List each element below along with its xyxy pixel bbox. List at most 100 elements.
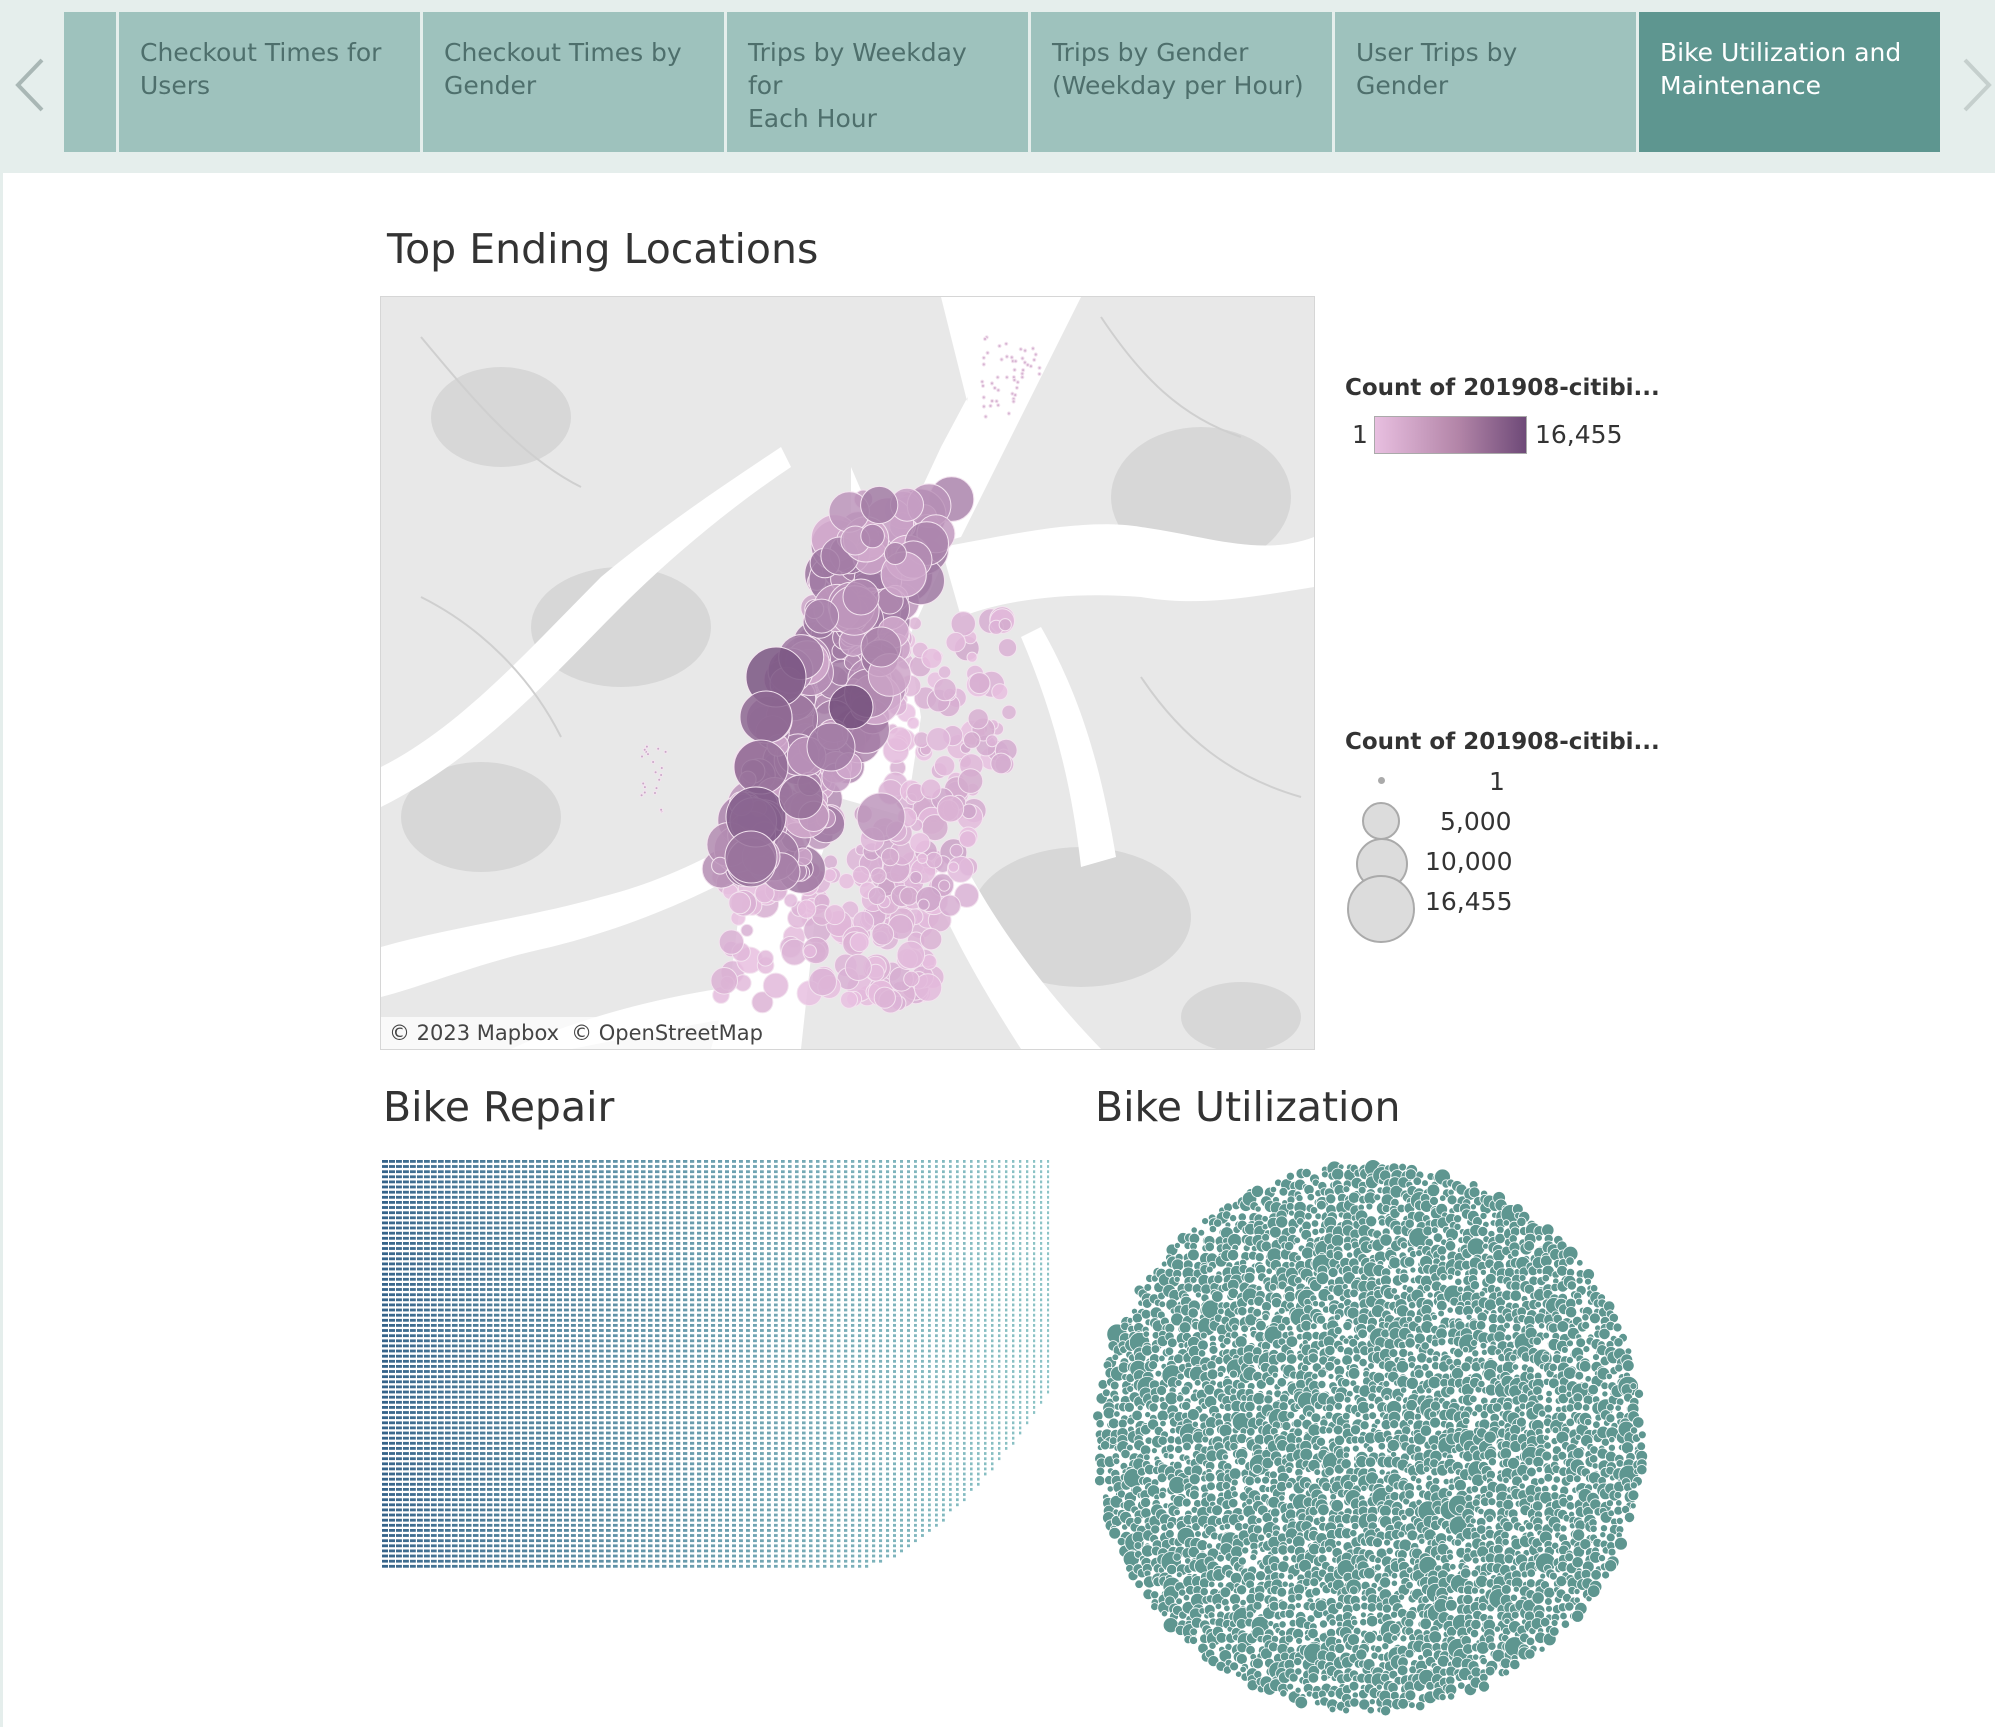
repair-mark[interactable] [641, 1493, 646, 1496]
repair-mark[interactable] [739, 1564, 743, 1568]
repair-mark[interactable] [732, 1477, 736, 1481]
repair-mark[interactable] [585, 1252, 590, 1256]
repair-mark[interactable] [746, 1436, 750, 1440]
repair-mark[interactable] [753, 1262, 757, 1266]
repair-mark[interactable] [613, 1385, 618, 1389]
repair-mark[interactable] [501, 1447, 507, 1450]
repair-mark[interactable] [480, 1354, 486, 1358]
repair-mark[interactable] [550, 1190, 555, 1194]
repair-mark[interactable] [382, 1462, 388, 1466]
repair-mark[interactable] [655, 1195, 660, 1199]
repair-mark[interactable] [543, 1554, 549, 1558]
repair-mark[interactable] [466, 1544, 472, 1548]
repair-mark[interactable] [473, 1344, 479, 1348]
repair-mark[interactable] [431, 1349, 437, 1353]
repair-mark[interactable] [669, 1462, 674, 1466]
repair-mark[interactable] [529, 1329, 535, 1332]
repair-mark[interactable] [417, 1293, 423, 1297]
repair-mark[interactable] [382, 1431, 388, 1435]
repair-mark[interactable] [753, 1426, 757, 1430]
repair-mark[interactable] [445, 1411, 451, 1414]
repair-mark[interactable] [480, 1165, 486, 1168]
repair-mark[interactable] [473, 1272, 479, 1276]
repair-mark[interactable] [529, 1298, 535, 1302]
repair-mark[interactable] [445, 1452, 451, 1455]
repair-mark[interactable] [452, 1554, 458, 1558]
repair-mark[interactable] [662, 1318, 667, 1322]
repair-mark[interactable] [655, 1329, 660, 1332]
repair-mark[interactable] [417, 1221, 423, 1225]
repair-mark[interactable] [529, 1288, 535, 1291]
repair-mark[interactable] [620, 1395, 625, 1399]
repair-mark[interactable] [725, 1477, 729, 1481]
repair-mark[interactable] [508, 1472, 514, 1476]
repair-mark[interactable] [697, 1257, 702, 1261]
repair-mark[interactable] [417, 1365, 423, 1368]
repair-mark[interactable] [564, 1216, 569, 1220]
repair-mark[interactable] [739, 1313, 743, 1317]
repair-mark[interactable] [613, 1426, 618, 1430]
repair-mark[interactable] [473, 1564, 479, 1568]
repair-mark[interactable] [452, 1231, 458, 1235]
repair-mark[interactable] [606, 1216, 611, 1220]
repair-mark[interactable] [529, 1554, 535, 1558]
repair-mark[interactable] [459, 1564, 465, 1568]
repair-mark[interactable] [501, 1165, 507, 1168]
repair-mark[interactable] [683, 1523, 688, 1527]
repair-mark[interactable] [396, 1216, 402, 1220]
repair-mark[interactable] [459, 1462, 465, 1466]
repair-mark[interactable] [641, 1426, 646, 1430]
repair-mark[interactable] [459, 1431, 465, 1435]
repair-mark[interactable] [445, 1539, 451, 1543]
repair-mark[interactable] [711, 1180, 716, 1184]
repair-mark[interactable] [585, 1518, 590, 1522]
repair-mark[interactable] [501, 1339, 507, 1343]
repair-mark[interactable] [753, 1303, 757, 1307]
repair-mark[interactable] [564, 1324, 569, 1327]
repair-mark[interactable] [382, 1380, 388, 1384]
repair-mark[interactable] [662, 1283, 667, 1286]
repair-mark[interactable] [641, 1431, 646, 1435]
repair-mark[interactable] [592, 1303, 597, 1307]
repair-mark[interactable] [487, 1359, 493, 1363]
repair-mark[interactable] [627, 1421, 632, 1425]
repair-mark[interactable] [501, 1272, 507, 1276]
repair-mark[interactable] [536, 1375, 542, 1379]
repair-mark[interactable] [620, 1272, 625, 1276]
location-bubble[interactable] [945, 632, 966, 653]
repair-mark[interactable] [641, 1564, 646, 1568]
repair-mark[interactable] [543, 1498, 549, 1502]
repair-mark[interactable] [529, 1431, 535, 1435]
repair-mark[interactable] [585, 1436, 590, 1440]
repair-mark[interactable] [620, 1462, 625, 1466]
repair-mark[interactable] [445, 1165, 451, 1168]
repair-mark[interactable] [487, 1206, 493, 1209]
repair-mark[interactable] [480, 1426, 486, 1430]
repair-mark[interactable] [396, 1493, 402, 1496]
repair-mark[interactable] [550, 1242, 555, 1245]
repair-mark[interactable] [641, 1283, 646, 1286]
repair-mark[interactable] [627, 1298, 632, 1302]
repair-mark[interactable] [613, 1518, 618, 1522]
repair-mark[interactable] [704, 1180, 709, 1184]
repair-mark[interactable] [452, 1452, 458, 1455]
repair-mark[interactable] [592, 1221, 597, 1225]
repair-mark[interactable] [662, 1293, 667, 1297]
repair-mark[interactable] [704, 1298, 709, 1302]
repair-mark[interactable] [564, 1236, 569, 1240]
repair-mark[interactable] [389, 1508, 395, 1512]
repair-mark[interactable] [739, 1283, 743, 1286]
repair-mark[interactable] [697, 1518, 702, 1522]
repair-mark[interactable] [522, 1395, 528, 1399]
repair-mark[interactable] [683, 1257, 688, 1261]
repair-mark[interactable] [452, 1252, 458, 1256]
repair-mark[interactable] [536, 1257, 542, 1261]
repair-mark[interactable] [417, 1257, 423, 1261]
repair-mark[interactable] [690, 1559, 695, 1563]
repair-mark[interactable] [487, 1308, 493, 1312]
repair-mark[interactable] [648, 1252, 653, 1256]
repair-mark[interactable] [648, 1482, 653, 1486]
repair-mark[interactable] [711, 1318, 716, 1322]
repair-mark[interactable] [494, 1206, 500, 1209]
repair-mark[interactable] [445, 1554, 451, 1558]
